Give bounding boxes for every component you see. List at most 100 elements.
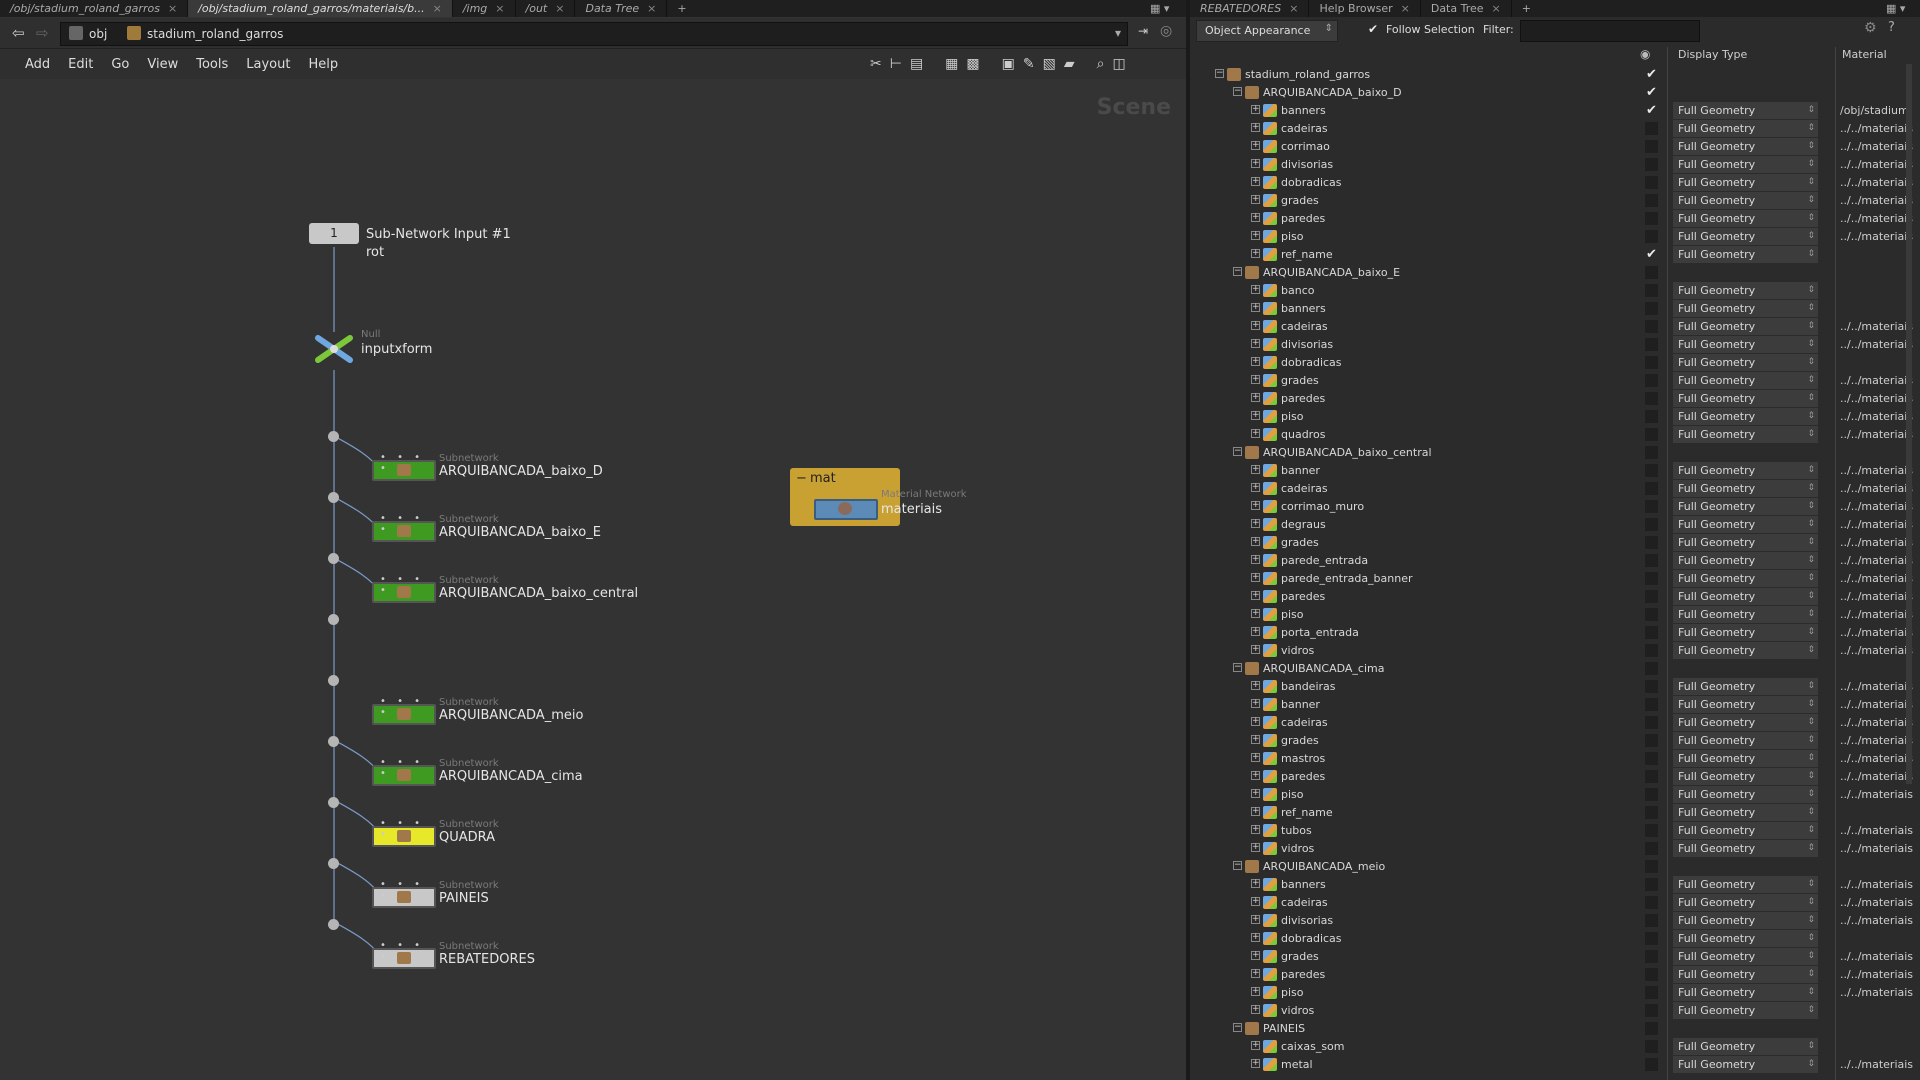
display-type-select[interactable]: Full Geometry ⇕ bbox=[1673, 336, 1818, 353]
tree-row[interactable]: + cadeiras Full Geometry ⇕ ../../materiais bbox=[1190, 480, 1920, 498]
tree-scrollbar[interactable] bbox=[1906, 64, 1912, 784]
visibility-checkbox[interactable] bbox=[1645, 482, 1658, 495]
expand-icon[interactable]: + bbox=[1251, 879, 1260, 888]
material-path[interactable]: ../../materiais bbox=[1840, 788, 1913, 801]
material-path[interactable]: ../../materiais bbox=[1840, 194, 1913, 207]
display-type-select[interactable]: Full Geometry ⇕ bbox=[1673, 102, 1818, 119]
tree-row[interactable]: + paredes Full Geometry ⇕ ../../materiais bbox=[1190, 210, 1920, 228]
tree-row[interactable]: − ARQUIBANCADA_baixo_D ✔ bbox=[1190, 84, 1920, 102]
visibility-checkbox[interactable] bbox=[1645, 878, 1658, 891]
visibility-checkbox[interactable] bbox=[1645, 500, 1658, 513]
tree-row[interactable]: + paredes Full Geometry ⇕ ../../materiais bbox=[1190, 768, 1920, 786]
material-path[interactable]: ../../materiais bbox=[1840, 824, 1913, 837]
close-icon[interactable]: × bbox=[1289, 2, 1298, 15]
expand-icon[interactable]: + bbox=[1251, 1005, 1260, 1014]
tree-row[interactable]: + paredes Full Geometry ⇕ ../../materiais bbox=[1190, 588, 1920, 606]
view-mode-select[interactable]: Object Appearance ⇕ bbox=[1196, 20, 1338, 42]
tree-row[interactable]: + porta_entrada Full Geometry ⇕ ../../materi… bbox=[1190, 624, 1920, 642]
tree-row[interactable]: + vidros Full Geometry ⇕ bbox=[1190, 1002, 1920, 1020]
display-type-select[interactable]: Full Geometry ⇕ bbox=[1673, 498, 1818, 515]
visibility-checkbox[interactable] bbox=[1645, 716, 1658, 729]
display-type-select[interactable]: Full Geometry ⇕ bbox=[1673, 426, 1818, 443]
visibility-checkbox[interactable]: ✔ bbox=[1645, 86, 1658, 99]
wire-dot[interactable] bbox=[328, 919, 339, 930]
visibility-checkbox[interactable] bbox=[1645, 230, 1658, 243]
visibility-checkbox[interactable] bbox=[1645, 374, 1658, 387]
tree-row[interactable]: + metal Full Geometry ⇕ ../../materiais bbox=[1190, 1056, 1920, 1074]
tree-row[interactable]: + banners Full Geometry ⇕ ../../materiais bbox=[1190, 876, 1920, 894]
display-type-select[interactable]: Full Geometry ⇕ bbox=[1673, 750, 1818, 767]
tree-row[interactable]: + banner Full Geometry ⇕ ../../materiais bbox=[1190, 696, 1920, 714]
material-path[interactable]: ../../materiais bbox=[1840, 878, 1913, 891]
visibility-checkbox[interactable] bbox=[1645, 752, 1658, 765]
visibility-checkbox[interactable] bbox=[1645, 140, 1658, 153]
visibility-checkbox[interactable] bbox=[1645, 446, 1658, 459]
tree-row[interactable]: + dobradicas Full Geometry ⇕ ../../materiais bbox=[1190, 174, 1920, 192]
expand-icon[interactable]: + bbox=[1251, 321, 1260, 330]
expand-icon[interactable]: + bbox=[1251, 591, 1260, 600]
expand-icon[interactable]: + bbox=[1251, 357, 1260, 366]
visibility-checkbox[interactable] bbox=[1645, 410, 1658, 423]
material-path[interactable]: ../../materiais bbox=[1840, 410, 1913, 423]
display-type-select[interactable]: Full Geometry ⇕ bbox=[1673, 516, 1818, 533]
tree-row[interactable]: + parede_entrada_banner Full Geometry ⇕ ../.… bbox=[1190, 570, 1920, 588]
expand-icon[interactable]: + bbox=[1251, 753, 1260, 762]
material-path[interactable]: ../../materiais bbox=[1840, 896, 1913, 909]
tree-row[interactable]: + quadros Full Geometry ⇕ ../../materiais bbox=[1190, 426, 1920, 444]
visibility-checkbox[interactable] bbox=[1645, 266, 1658, 279]
input-connectors[interactable]: • • • • bbox=[380, 757, 434, 779]
right-tab-0[interactable]: REBATEDORES × bbox=[1190, 0, 1310, 17]
tree-row[interactable]: + divisorias Full Geometry ⇕ ../../materiais bbox=[1190, 156, 1920, 174]
display-type-select[interactable]: Full Geometry ⇕ bbox=[1673, 228, 1818, 245]
visibility-checkbox[interactable] bbox=[1645, 968, 1658, 981]
visibility-checkbox[interactable] bbox=[1645, 1058, 1658, 1071]
subnet-node[interactable]: • • • • bbox=[372, 513, 436, 542]
material-path[interactable]: ../../materiais bbox=[1840, 212, 1913, 225]
material-path[interactable]: ../../materiais bbox=[1840, 482, 1913, 495]
material-path[interactable]: ../../materiais bbox=[1840, 680, 1913, 693]
visibility-checkbox[interactable] bbox=[1645, 302, 1658, 315]
display-type-select[interactable]: Full Geometry ⇕ bbox=[1673, 282, 1818, 299]
material-path[interactable]: ../../materiais bbox=[1840, 158, 1913, 171]
material-path[interactable]: ../../materiais bbox=[1840, 1058, 1913, 1071]
material-path[interactable]: ../../materiais bbox=[1840, 536, 1913, 549]
display-type-select[interactable]: Full Geometry ⇕ bbox=[1673, 570, 1818, 587]
tree-row[interactable]: + grades Full Geometry ⇕ ../../materiais bbox=[1190, 948, 1920, 966]
material-path[interactable]: ../../materiais bbox=[1840, 464, 1913, 477]
expand-icon[interactable]: + bbox=[1251, 213, 1260, 222]
expand-icon[interactable]: + bbox=[1251, 159, 1260, 168]
collapse-icon[interactable]: − bbox=[1215, 69, 1224, 78]
collapse-icon[interactable]: − bbox=[1233, 861, 1242, 870]
expand-icon[interactable]: + bbox=[1251, 411, 1260, 420]
visibility-checkbox[interactable] bbox=[1645, 824, 1658, 837]
visibility-checkbox[interactable] bbox=[1645, 806, 1658, 819]
material-path[interactable]: ../../materiais bbox=[1840, 122, 1913, 135]
material-path[interactable]: ../../materiais bbox=[1840, 176, 1913, 189]
expand-icon[interactable]: + bbox=[1251, 573, 1260, 582]
material-path[interactable]: ../../materiais bbox=[1840, 428, 1913, 441]
display-type-select[interactable]: Full Geometry ⇕ bbox=[1673, 318, 1818, 335]
visibility-checkbox[interactable] bbox=[1645, 626, 1658, 639]
tree-row[interactable]: + cadeiras Full Geometry ⇕ ../../materiais bbox=[1190, 894, 1920, 912]
display-type-select[interactable]: Full Geometry ⇕ bbox=[1673, 120, 1818, 137]
display-type-select[interactable]: Full Geometry ⇕ bbox=[1673, 930, 1818, 947]
expand-icon[interactable]: + bbox=[1251, 465, 1260, 474]
tree-row[interactable]: + ref_name ✔ Full Geometry ⇕ bbox=[1190, 246, 1920, 264]
wire-dot[interactable] bbox=[328, 675, 339, 686]
visibility-checkbox[interactable] bbox=[1645, 392, 1658, 405]
material-path[interactable]: ../../materiais bbox=[1840, 518, 1913, 531]
material-header[interactable]: Material bbox=[1842, 48, 1887, 61]
expand-icon[interactable]: + bbox=[1251, 1041, 1260, 1050]
expand-icon[interactable]: + bbox=[1251, 537, 1260, 546]
expand-icon[interactable]: + bbox=[1251, 681, 1260, 690]
collapse-icon[interactable]: − bbox=[796, 471, 807, 486]
input-connectors[interactable]: • • • • bbox=[380, 574, 434, 596]
tree-row[interactable]: + cadeiras Full Geometry ⇕ ../../materiais bbox=[1190, 318, 1920, 336]
tree-row[interactable]: + piso Full Geometry ⇕ ../../materiais bbox=[1190, 228, 1920, 246]
expand-icon[interactable]: + bbox=[1251, 123, 1260, 132]
visibility-checkbox[interactable] bbox=[1645, 788, 1658, 801]
visibility-checkbox[interactable] bbox=[1645, 932, 1658, 945]
display-type-select[interactable]: Full Geometry ⇕ bbox=[1673, 192, 1818, 209]
display-type-select[interactable]: Full Geometry ⇕ bbox=[1673, 966, 1818, 983]
expand-icon[interactable]: + bbox=[1251, 789, 1260, 798]
